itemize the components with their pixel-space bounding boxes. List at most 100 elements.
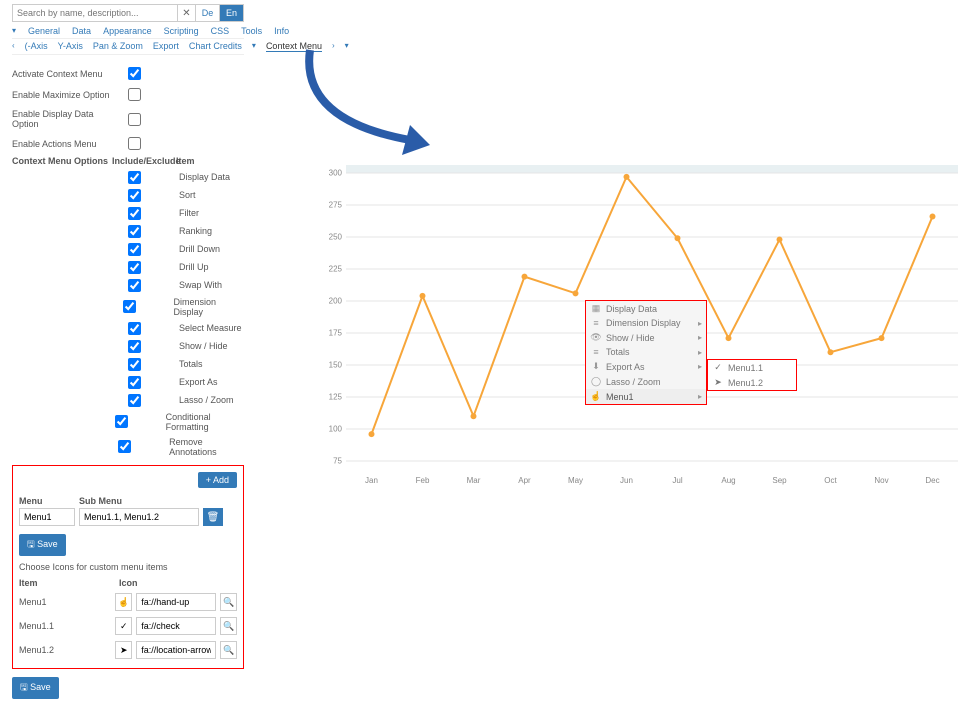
option-checkbox[interactable] xyxy=(128,171,141,184)
option-checkbox[interactable] xyxy=(128,243,141,256)
activate-checkbox[interactable] xyxy=(128,67,141,80)
tab-info[interactable]: Info xyxy=(274,26,289,36)
option-label: Ranking xyxy=(179,226,212,236)
option-label: Lasso / Zoom xyxy=(179,395,234,405)
context-menu-item[interactable]: ▦Display Data xyxy=(586,301,706,316)
context-menu-item[interactable]: ⬇Export As▸ xyxy=(586,359,706,374)
lang-en-button[interactable]: En xyxy=(220,4,244,22)
menu-input[interactable] xyxy=(19,508,75,526)
option-checkbox[interactable] xyxy=(128,261,141,274)
maximize-checkbox[interactable] xyxy=(128,88,141,101)
delete-button[interactable]: 🗑 xyxy=(203,508,223,526)
submenu-item[interactable]: ➤Menu1.2 xyxy=(708,375,796,390)
option-checkbox[interactable] xyxy=(118,440,131,453)
subtab-credits[interactable]: Chart Credits xyxy=(189,41,242,52)
subtab-xaxis[interactable]: (-Axis xyxy=(25,41,48,52)
y-tick: 100 xyxy=(318,425,342,434)
y-tick: 125 xyxy=(318,393,342,402)
icons-title: Choose Icons for custom menu items xyxy=(19,562,237,572)
save-button[interactable]: 🖫 Save xyxy=(19,534,66,556)
context-menu-item[interactable]: ◯Lasso / Zoom xyxy=(586,374,706,389)
context-menu-item[interactable]: ≡Dimension Display▸ xyxy=(586,316,706,330)
context-menu-item[interactable]: ≡Totals▸ xyxy=(586,345,706,359)
search-icon[interactable]: 🔍 xyxy=(220,641,237,659)
context-submenu: ✓Menu1.1➤Menu1.2 xyxy=(707,359,797,391)
col-item: Item xyxy=(176,156,195,166)
tab-css[interactable]: CSS xyxy=(211,26,230,36)
x-tick: Jul xyxy=(672,476,682,485)
option-label: Display Data xyxy=(179,172,230,182)
option-checkbox[interactable] xyxy=(128,322,141,335)
save-button-2[interactable]: 🖫 Save xyxy=(12,677,59,699)
actions-label: Enable Actions Menu xyxy=(12,139,112,149)
search-icon[interactable]: 🔍 xyxy=(220,617,237,635)
chevron-left-icon[interactable]: ‹ xyxy=(12,41,15,52)
tab-tools[interactable]: Tools xyxy=(241,26,262,36)
submenu-item[interactable]: ✓Menu1.1 xyxy=(708,360,796,375)
option-label: Remove Annotations xyxy=(169,437,244,457)
context-menu: ▦Display Data≡Dimension Display▸👁Show / … xyxy=(585,300,707,405)
x-tick: Feb xyxy=(416,476,430,485)
x-tick: Mar xyxy=(467,476,481,485)
tab-data[interactable]: Data xyxy=(72,26,91,36)
option-label: Drill Down xyxy=(179,244,220,254)
subtab-yaxis[interactable]: Y-Axis xyxy=(58,41,83,52)
x-tick: Dec xyxy=(925,476,939,485)
y-tick: 75 xyxy=(318,457,342,466)
tab-scripting[interactable]: Scripting xyxy=(164,26,199,36)
option-checkbox[interactable] xyxy=(128,207,141,220)
option-label: Filter xyxy=(179,208,199,218)
settings-panel: ✕ De En ▾ General Data Appearance Script… xyxy=(12,4,244,707)
option-label: Sort xyxy=(179,190,196,200)
option-label: Export As xyxy=(179,377,218,387)
displaydata-checkbox[interactable] xyxy=(128,113,141,126)
option-checkbox[interactable] xyxy=(128,279,141,292)
chevron-down-icon[interactable]: ▾ xyxy=(252,41,256,52)
icon-row-label: Menu1.2 xyxy=(19,645,111,655)
option-label: Swap With xyxy=(179,280,222,290)
actions-checkbox[interactable] xyxy=(128,137,141,150)
icon-preview: ☝ xyxy=(115,593,132,611)
option-checkbox[interactable] xyxy=(128,189,141,202)
icon-path-input[interactable] xyxy=(136,617,216,635)
icon-preview: ✓ xyxy=(115,617,132,635)
chevron-down-icon[interactable]: ▾ xyxy=(12,26,16,36)
lang-de-button[interactable]: De xyxy=(196,4,220,22)
option-label: Show / Hide xyxy=(179,341,228,351)
option-checkbox[interactable] xyxy=(115,415,128,428)
icon-path-input[interactable] xyxy=(136,593,216,611)
option-checkbox[interactable] xyxy=(128,376,141,389)
option-checkbox[interactable] xyxy=(128,358,141,371)
x-tick: Aug xyxy=(721,476,735,485)
icon-row-label: Menu1.1 xyxy=(19,621,111,631)
y-tick: 150 xyxy=(318,361,342,370)
tab-appearance[interactable]: Appearance xyxy=(103,26,152,36)
item-header: Item xyxy=(19,578,119,588)
search-row: ✕ De En xyxy=(12,4,244,22)
option-checkbox[interactable] xyxy=(128,394,141,407)
add-button[interactable]: + Add xyxy=(198,472,237,488)
icon-path-input[interactable] xyxy=(136,641,216,659)
context-menu-item[interactable]: ☝Menu1▸ xyxy=(586,389,706,404)
option-checkbox[interactable] xyxy=(128,225,141,238)
menu-header: Menu xyxy=(19,496,79,506)
clear-icon[interactable]: ✕ xyxy=(178,4,196,22)
option-label: Dimension Display xyxy=(174,297,244,317)
x-tick: May xyxy=(568,476,583,485)
submenu-input[interactable] xyxy=(79,508,199,526)
option-label: Drill Up xyxy=(179,262,209,272)
context-menu-item[interactable]: 👁Show / Hide▸ xyxy=(586,330,706,345)
tab-general[interactable]: General xyxy=(28,26,60,36)
icon-preview: ➤ xyxy=(115,641,132,659)
top-tabs: ▾ General Data Appearance Scripting CSS … xyxy=(12,26,244,39)
subtab-export[interactable]: Export xyxy=(153,41,179,52)
search-input[interactable] xyxy=(12,4,178,22)
option-label: Select Measure xyxy=(179,323,242,333)
options-label: Context Menu Options xyxy=(12,156,112,166)
sub-tabs: ‹ (-Axis Y-Axis Pan & Zoom Export Chart … xyxy=(12,39,244,55)
option-checkbox[interactable] xyxy=(123,300,136,313)
x-tick: Sep xyxy=(772,476,786,485)
search-icon[interactable]: 🔍 xyxy=(220,593,237,611)
subtab-panzoom[interactable]: Pan & Zoom xyxy=(93,41,143,52)
option-checkbox[interactable] xyxy=(128,340,141,353)
